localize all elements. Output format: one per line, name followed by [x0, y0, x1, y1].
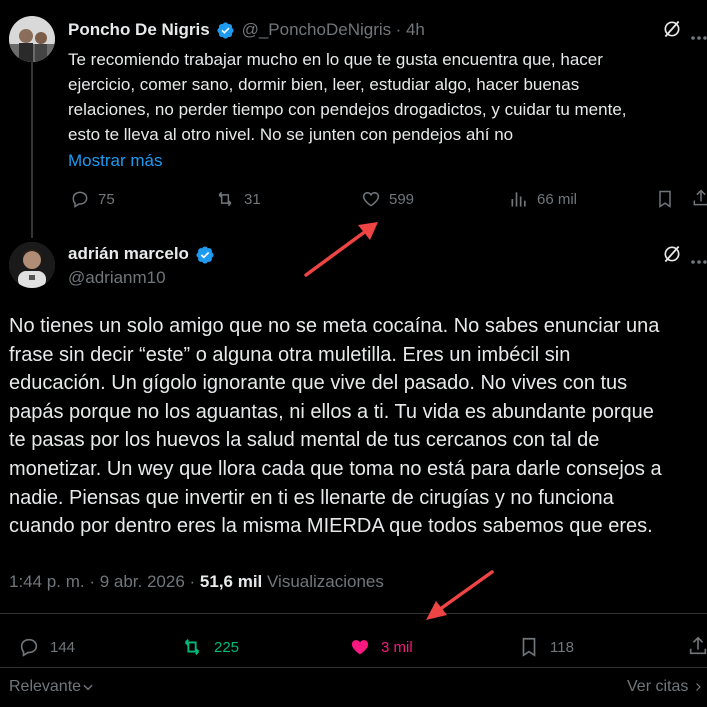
text-line: cuando por dentro eres la misma MIERDA q… [9, 515, 653, 538]
author-handle[interactable]: @adrianm10 [68, 268, 166, 288]
text-line: Te recomiendo trabajar mucho en lo que t… [68, 50, 603, 69]
text-line: educación. Un gígolo ignorante que vive … [9, 372, 628, 395]
reply-count: 75 [98, 190, 115, 208]
reply-text: Te recomiendo trabajar mucho en lo que t… [68, 47, 707, 173]
main-tweet-text: No tienes un solo amigo que no se meta c… [9, 312, 707, 541]
bookmark-button[interactable]: 118 [518, 636, 574, 658]
reply-header: Poncho De Nigris @_PonchoDeNigris · 4h [68, 20, 425, 40]
bookmark-count: 118 [550, 638, 574, 656]
annotation-arrow-icon [304, 222, 378, 277]
views-label: Visualizaciones [267, 572, 384, 591]
text-line: No tienes un solo amigo que no se meta c… [9, 315, 660, 337]
view-quotes-link[interactable]: Ver citas [627, 678, 704, 696]
bookmark-button[interactable] [656, 189, 674, 214]
share-icon [693, 189, 707, 206]
bookmark-icon [659, 190, 671, 208]
more-icon[interactable] [691, 252, 707, 270]
retweet-button[interactable]: 225 [180, 636, 239, 658]
chevron-down-icon [83, 684, 93, 691]
reply-icon [72, 191, 88, 208]
retweet-icon [218, 191, 232, 207]
verified-badge-icon [217, 22, 234, 39]
like-icon [362, 191, 380, 207]
tweet-meta: 1:44 p. m. · 9 abr. 2026 · 51,6 mil Visu… [9, 572, 384, 592]
more-icon[interactable] [691, 28, 707, 46]
share-icon [689, 636, 707, 655]
quotes-label: Ver citas [627, 678, 689, 695]
author-handle[interactable]: @_PonchoDeNigris [242, 20, 392, 39]
retweet-icon [184, 639, 200, 655]
reply-button[interactable]: 75 [70, 189, 115, 209]
like-count: 599 [389, 190, 415, 208]
main-author-name-row: adrián marcelo [68, 244, 215, 265]
avatar-adrian[interactable] [9, 242, 55, 288]
author-name[interactable]: Poncho De Nigris [68, 20, 210, 39]
views-count: 51,6 mil [199, 572, 263, 591]
reply-button[interactable]: 144 [18, 636, 75, 658]
annotation-arrow-icon [426, 570, 494, 620]
share-button[interactable] [687, 635, 707, 662]
show-more-link[interactable]: Mostrar más [68, 148, 707, 173]
grok-icon[interactable] [662, 244, 682, 269]
thread-line [31, 62, 33, 238]
divider [0, 667, 707, 668]
like-button[interactable]: 599 [361, 189, 414, 209]
text-line: frase sin decir “este” o alguna otra mul… [9, 343, 571, 366]
divider [0, 613, 707, 614]
tweet-timestamp[interactable]: 1:44 p. m. · 9 abr. 2026 · [9, 572, 195, 591]
tweet-time[interactable]: · 4h [396, 20, 425, 39]
verified-badge-icon [196, 246, 214, 264]
views-icon [511, 192, 526, 207]
retweet-count: 31 [244, 190, 261, 208]
avatar-poncho[interactable] [9, 16, 55, 62]
text-line: papás porque no los aguantas, ni ellos a… [9, 400, 654, 423]
text-line: relaciones, no perder tiempo con pendejo… [68, 100, 627, 119]
author-name[interactable]: adrián marcelo [68, 244, 189, 263]
reply-count: 144 [50, 638, 76, 656]
text-line: monetizar. Un wey que llora cada que tom… [9, 457, 662, 480]
text-line: esto te lleva al otro nivel. No se junte… [68, 125, 514, 144]
retweet-count: 225 [214, 638, 240, 656]
views-button[interactable]: 66 mil [509, 189, 577, 209]
like-icon [351, 640, 369, 655]
text-line: ejercicio, comer sano, dormir bien, leer… [68, 75, 580, 94]
chevron-right-icon [696, 683, 702, 691]
text-line: te pasas por los huevos la salud mental … [9, 429, 600, 452]
like-button[interactable]: 3 mil [348, 636, 413, 658]
grok-icon[interactable] [662, 19, 682, 44]
like-count: 3 mil [381, 638, 413, 656]
bookmark-icon [522, 637, 536, 657]
reply-icon [20, 638, 38, 657]
sort-dropdown[interactable]: Relevante [9, 678, 95, 696]
sort-label: Relevante [9, 678, 82, 695]
views-count: 66 mil [537, 190, 578, 208]
retweet-button[interactable]: 31 [214, 189, 261, 209]
text-line: nadie. Piensas que invertir en ti es lle… [9, 486, 614, 509]
share-button[interactable] [691, 188, 707, 213]
